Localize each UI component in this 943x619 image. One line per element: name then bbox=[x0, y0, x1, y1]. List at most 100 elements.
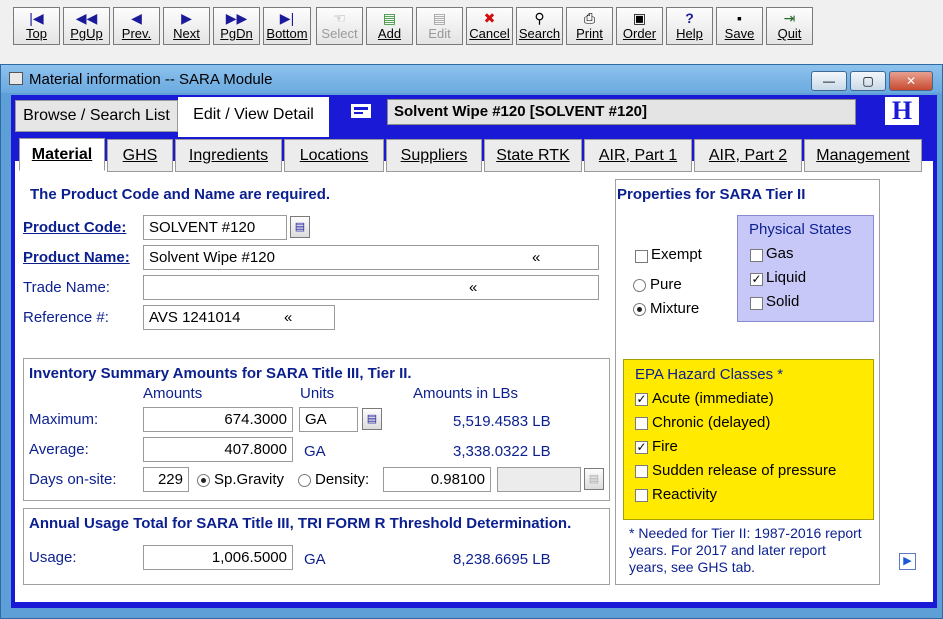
help-button[interactable]: ? Help bbox=[666, 7, 713, 45]
search-button[interactable]: ⚲ Search bbox=[516, 7, 563, 45]
product-code-input[interactable]: SOLVENT #120 bbox=[143, 215, 287, 240]
cancel-button-label: Cancel bbox=[469, 26, 510, 41]
tab-suppliers[interactable]: Suppliers bbox=[386, 139, 482, 172]
product-name-expand-icon[interactable]: « bbox=[532, 246, 540, 269]
cancel-button[interactable]: ✖ Cancel bbox=[466, 7, 513, 45]
cancel-x-icon: ✖ bbox=[483, 10, 496, 26]
reactivity-checkbox[interactable] bbox=[635, 489, 648, 502]
fire-checkbox[interactable]: ✓ bbox=[635, 441, 648, 454]
reference-input[interactable]: AVS 1241014 « bbox=[143, 305, 335, 330]
window-titlebar[interactable]: Material information -- SARA Module — ▢ … bbox=[1, 65, 942, 93]
close-window-button[interactable]: ✕ bbox=[889, 71, 933, 91]
trade-name-input[interactable]: « bbox=[143, 275, 599, 300]
select-button[interactable]: ☜ Select bbox=[316, 7, 363, 45]
tab-browse-search[interactable]: Browse / Search List bbox=[15, 100, 178, 132]
tab-management[interactable]: Management bbox=[804, 139, 922, 172]
acute-label: Acute (immediate) bbox=[652, 390, 774, 407]
prev-button[interactable]: ◀ Prev. bbox=[113, 7, 160, 45]
product-name-label[interactable]: Product Name: bbox=[23, 249, 130, 266]
product-code-lookup-button[interactable]: ▤ bbox=[290, 216, 310, 238]
close-icon: ✕ bbox=[905, 74, 917, 88]
tab-material-label: Material bbox=[31, 146, 93, 163]
maximize-button[interactable]: ▢ bbox=[850, 71, 886, 91]
density-label: Density: bbox=[315, 471, 370, 488]
maximum-label: Maximum: bbox=[29, 411, 99, 428]
add-button[interactable]: ▤ Add bbox=[366, 7, 413, 45]
last-record-icon: ▶| bbox=[279, 10, 295, 26]
liquid-check-icon: ✓ bbox=[751, 272, 762, 286]
density-units-input bbox=[497, 467, 581, 492]
print-button[interactable]: ⎙ Print bbox=[566, 7, 613, 45]
fire-check-icon: ✓ bbox=[636, 440, 647, 454]
tab-ingredients[interactable]: Ingredients bbox=[175, 139, 282, 172]
maximum-units-input[interactable]: GA bbox=[299, 407, 358, 432]
gravity-density-input[interactable]: 0.98100 bbox=[383, 467, 491, 492]
days-onsite-label: Days on-site: bbox=[29, 471, 117, 488]
average-amount-input[interactable]: 407.8000 bbox=[143, 437, 293, 462]
tab-ghs[interactable]: GHS bbox=[107, 139, 173, 172]
bottom-button[interactable]: ▶| Bottom bbox=[263, 7, 311, 45]
usage-lbs-value: 8,238.6695 LB bbox=[453, 551, 551, 568]
gas-checkbox[interactable] bbox=[750, 249, 763, 262]
maximum-amount-input[interactable]: 674.3000 bbox=[143, 407, 293, 432]
trade-name-label: Trade Name: bbox=[23, 279, 110, 296]
lookup-icon: ▤ bbox=[294, 221, 306, 233]
hazard-classes-title: EPA Hazard Classes * bbox=[635, 366, 784, 383]
average-units-value: GA bbox=[304, 443, 326, 460]
order-button[interactable]: ▣ Order bbox=[616, 7, 663, 45]
density-radio[interactable] bbox=[298, 474, 311, 487]
top-button[interactable]: |◀ Top bbox=[13, 7, 60, 45]
solid-checkbox[interactable] bbox=[750, 297, 763, 310]
next-page-arrow-button[interactable]: ▶ bbox=[899, 553, 916, 570]
tab-air-part-2[interactable]: AIR, Part 2 bbox=[694, 139, 802, 172]
save-button[interactable]: ▪ Save bbox=[716, 7, 763, 45]
exempt-label: Exempt bbox=[651, 246, 702, 263]
help-question-icon: ? bbox=[685, 10, 694, 26]
product-name-input[interactable]: Solvent Wipe #120 « bbox=[143, 245, 599, 270]
trade-name-expand-icon[interactable]: « bbox=[469, 276, 477, 299]
amounts-column-header: Amounts bbox=[143, 385, 203, 402]
sp-gravity-radio[interactable] bbox=[197, 474, 210, 487]
tab-ingredients-label: Ingredients bbox=[188, 147, 269, 164]
lookup-icon: ▤ bbox=[588, 473, 600, 485]
units-lookup-button[interactable]: ▤ bbox=[362, 408, 382, 430]
average-lbs-value: 3,338.0322 LB bbox=[453, 443, 551, 460]
material-window: Material information -- SARA Module — ▢ … bbox=[0, 64, 943, 619]
next-record-icon: ▶ bbox=[181, 10, 192, 26]
help-button-label: Help bbox=[676, 26, 703, 41]
tab-material[interactable]: Material bbox=[19, 138, 105, 171]
mixture-radio[interactable] bbox=[633, 303, 646, 316]
sudden-release-checkbox[interactable] bbox=[635, 465, 648, 478]
tab-edit-view-detail[interactable]: Edit / View Detail bbox=[178, 97, 329, 137]
edit-button[interactable]: ▤ Edit bbox=[416, 7, 463, 45]
tab-air-part-1-label: AIR, Part 1 bbox=[598, 147, 678, 164]
reference-expand-icon[interactable]: « bbox=[284, 306, 292, 329]
tab-locations[interactable]: Locations bbox=[284, 139, 384, 172]
usage-amount-input[interactable]: 1,006.5000 bbox=[143, 545, 293, 570]
liquid-checkbox[interactable]: ✓ bbox=[750, 273, 763, 286]
days-onsite-input[interactable]: 229 bbox=[143, 467, 189, 492]
minimize-button[interactable]: — bbox=[811, 71, 847, 91]
app-window-icon bbox=[9, 72, 23, 85]
binoculars-icon: ⚲ bbox=[534, 10, 545, 26]
liquid-label: Liquid bbox=[766, 269, 807, 286]
acute-checkbox[interactable]: ✓ bbox=[635, 393, 648, 406]
page-up-icon: ◀◀ bbox=[75, 10, 98, 26]
pgup-button[interactable]: ◀◀ PgUp bbox=[63, 7, 110, 45]
minimize-icon: — bbox=[823, 74, 835, 88]
pgdn-button[interactable]: ▶▶ PgDn bbox=[213, 7, 260, 45]
usage-units-value: GA bbox=[304, 551, 326, 568]
tab-locations-label: Locations bbox=[299, 147, 369, 164]
next-button[interactable]: ▶ Next bbox=[163, 7, 210, 45]
chronic-checkbox[interactable] bbox=[635, 417, 648, 430]
exempt-checkbox[interactable] bbox=[635, 250, 648, 263]
usage-title: Annual Usage Total for SARA Title III, T… bbox=[29, 515, 572, 532]
tab-state-rtk[interactable]: State RTK bbox=[484, 139, 582, 172]
quit-button[interactable]: ⇥ Quit bbox=[766, 7, 813, 45]
acute-check-icon: ✓ bbox=[636, 392, 647, 406]
tab-air-part-1[interactable]: AIR, Part 1 bbox=[584, 139, 692, 172]
product-code-label[interactable]: Product Code: bbox=[23, 219, 126, 236]
pure-radio[interactable] bbox=[633, 279, 646, 292]
usage-label: Usage: bbox=[29, 549, 77, 566]
density-units-lookup-button[interactable]: ▤ bbox=[584, 468, 604, 490]
